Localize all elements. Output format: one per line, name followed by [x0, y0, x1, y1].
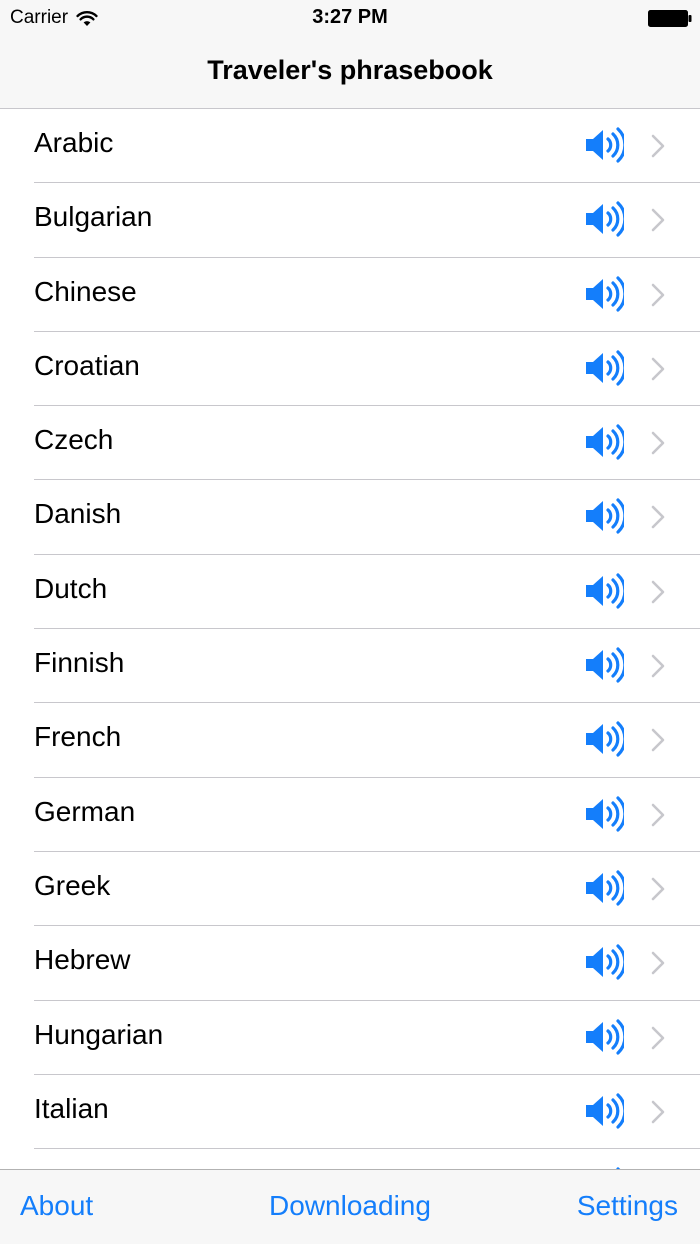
speaker-icon[interactable]	[584, 645, 624, 685]
chevron-right-icon	[651, 431, 665, 455]
speaker-icon[interactable]	[584, 1091, 624, 1131]
chevron-right-icon	[651, 1100, 665, 1124]
chevron-right-icon	[651, 654, 665, 678]
list-item[interactable]	[0, 1149, 700, 1169]
language-label: German	[34, 795, 136, 827]
list-item[interactable]: Greek	[0, 852, 700, 927]
chevron-right-icon	[651, 283, 665, 306]
chevron-right-icon	[651, 1026, 665, 1049]
speaker-icon[interactable]	[584, 719, 624, 759]
language-label: Italian	[34, 1092, 109, 1124]
chevron-right-icon	[651, 134, 665, 158]
chevron-right-icon	[651, 208, 665, 232]
language-label: Bulgarian	[34, 201, 153, 233]
list-item[interactable]: German	[0, 778, 700, 853]
language-label: Croatian	[34, 349, 140, 381]
list-item[interactable]: French	[0, 703, 700, 778]
status-time: 3:27 PM	[312, 6, 388, 28]
language-label: Hebrew	[34, 944, 131, 976]
toolbar: About Downloading Settings	[0, 1169, 700, 1244]
speaker-icon[interactable]	[584, 348, 624, 388]
language-list[interactable]: Arabic Bulgarian Chinese Croatian Czech Danis…	[0, 109, 700, 1169]
language-label: Dutch	[34, 572, 108, 604]
screen: Carrier 3:27 PM Traveler's phrasebook Ar…	[0, 0, 700, 1244]
speaker-icon[interactable]	[584, 125, 624, 165]
list-item[interactable]: Italian	[0, 1075, 700, 1150]
chevron-right-icon	[651, 580, 665, 604]
speaker-icon[interactable]	[584, 199, 624, 239]
language-label: Hungarian	[34, 1018, 164, 1050]
list-item[interactable]: Croatian	[0, 332, 700, 407]
speaker-icon[interactable]	[584, 274, 624, 314]
language-label: Greek	[34, 869, 111, 901]
chevron-right-icon	[651, 729, 665, 752]
language-label: Finnish	[34, 647, 125, 679]
speaker-icon[interactable]	[584, 942, 624, 982]
speaker-icon[interactable]	[584, 422, 624, 462]
language-label: Chinese	[34, 275, 137, 307]
chevron-right-icon	[651, 506, 665, 529]
list-item[interactable]: Hebrew	[0, 926, 700, 1001]
chevron-right-icon	[651, 803, 665, 826]
language-label: Arabic	[34, 127, 114, 158]
list-item[interactable]: Finnish	[0, 629, 700, 704]
language-label: Danish	[34, 498, 122, 530]
speaker-icon[interactable]	[584, 868, 624, 908]
list-item[interactable]: Arabic	[0, 109, 700, 184]
list-item[interactable]: Bulgarian	[0, 183, 700, 258]
list-item[interactable]: Danish	[0, 480, 700, 556]
speaker-icon[interactable]	[584, 794, 624, 834]
navigation-bar: Traveler's phrasebook	[0, 40, 700, 109]
speaker-icon[interactable]	[584, 1017, 624, 1057]
list-item[interactable]: Dutch	[0, 555, 700, 630]
battery-icon	[648, 10, 692, 27]
status-bar: Carrier 3:27 PM	[0, 0, 700, 40]
chevron-right-icon	[651, 951, 665, 975]
list-item[interactable]: Hungarian	[0, 1001, 700, 1076]
speaker-icon[interactable]	[584, 496, 624, 536]
list-item[interactable]: Czech	[0, 406, 700, 481]
list-item[interactable]: Chinese	[0, 258, 700, 333]
language-label: French	[34, 721, 122, 753]
page-title: Traveler's phrasebook	[207, 55, 493, 85]
chevron-right-icon	[651, 877, 665, 901]
language-label: Czech	[34, 424, 114, 456]
chevron-right-icon	[651, 357, 665, 381]
settings-button[interactable]: Settings	[577, 1190, 678, 1222]
speaker-icon[interactable]	[584, 571, 624, 611]
